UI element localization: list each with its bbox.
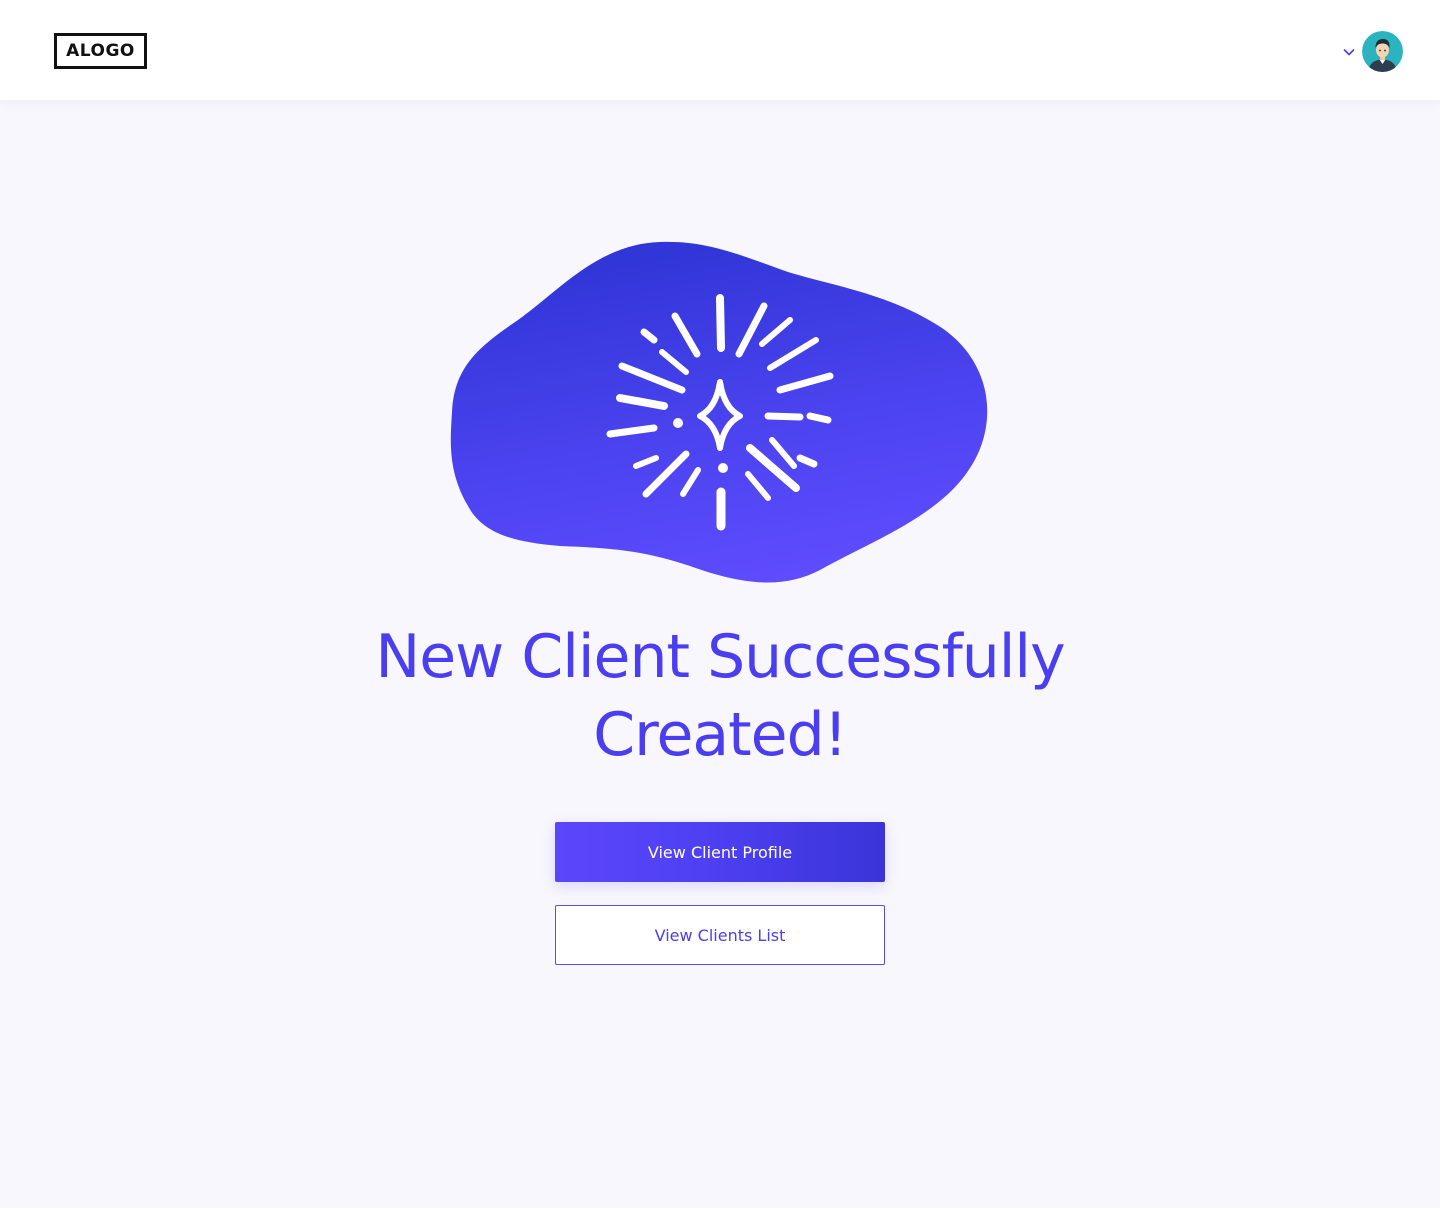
success-title: New Client Successfully Created! bbox=[0, 618, 1440, 774]
top-bar: ALOGO bbox=[0, 0, 1440, 100]
logo[interactable]: ALOGO bbox=[54, 33, 147, 69]
success-title-line-1: New Client Successfully bbox=[375, 622, 1065, 692]
user-avatar-icon bbox=[1362, 31, 1403, 72]
view-client-profile-button[interactable]: View Client Profile bbox=[555, 822, 885, 882]
avatar[interactable] bbox=[1362, 31, 1403, 72]
blob-shape bbox=[450, 241, 988, 583]
chevron-down-icon[interactable] bbox=[1342, 45, 1356, 59]
view-clients-list-button[interactable]: View Clients List bbox=[555, 905, 885, 965]
user-menu[interactable] bbox=[1342, 31, 1403, 72]
success-title-line-2: Created! bbox=[593, 700, 848, 770]
sparkle-burst-icon bbox=[450, 241, 988, 583]
